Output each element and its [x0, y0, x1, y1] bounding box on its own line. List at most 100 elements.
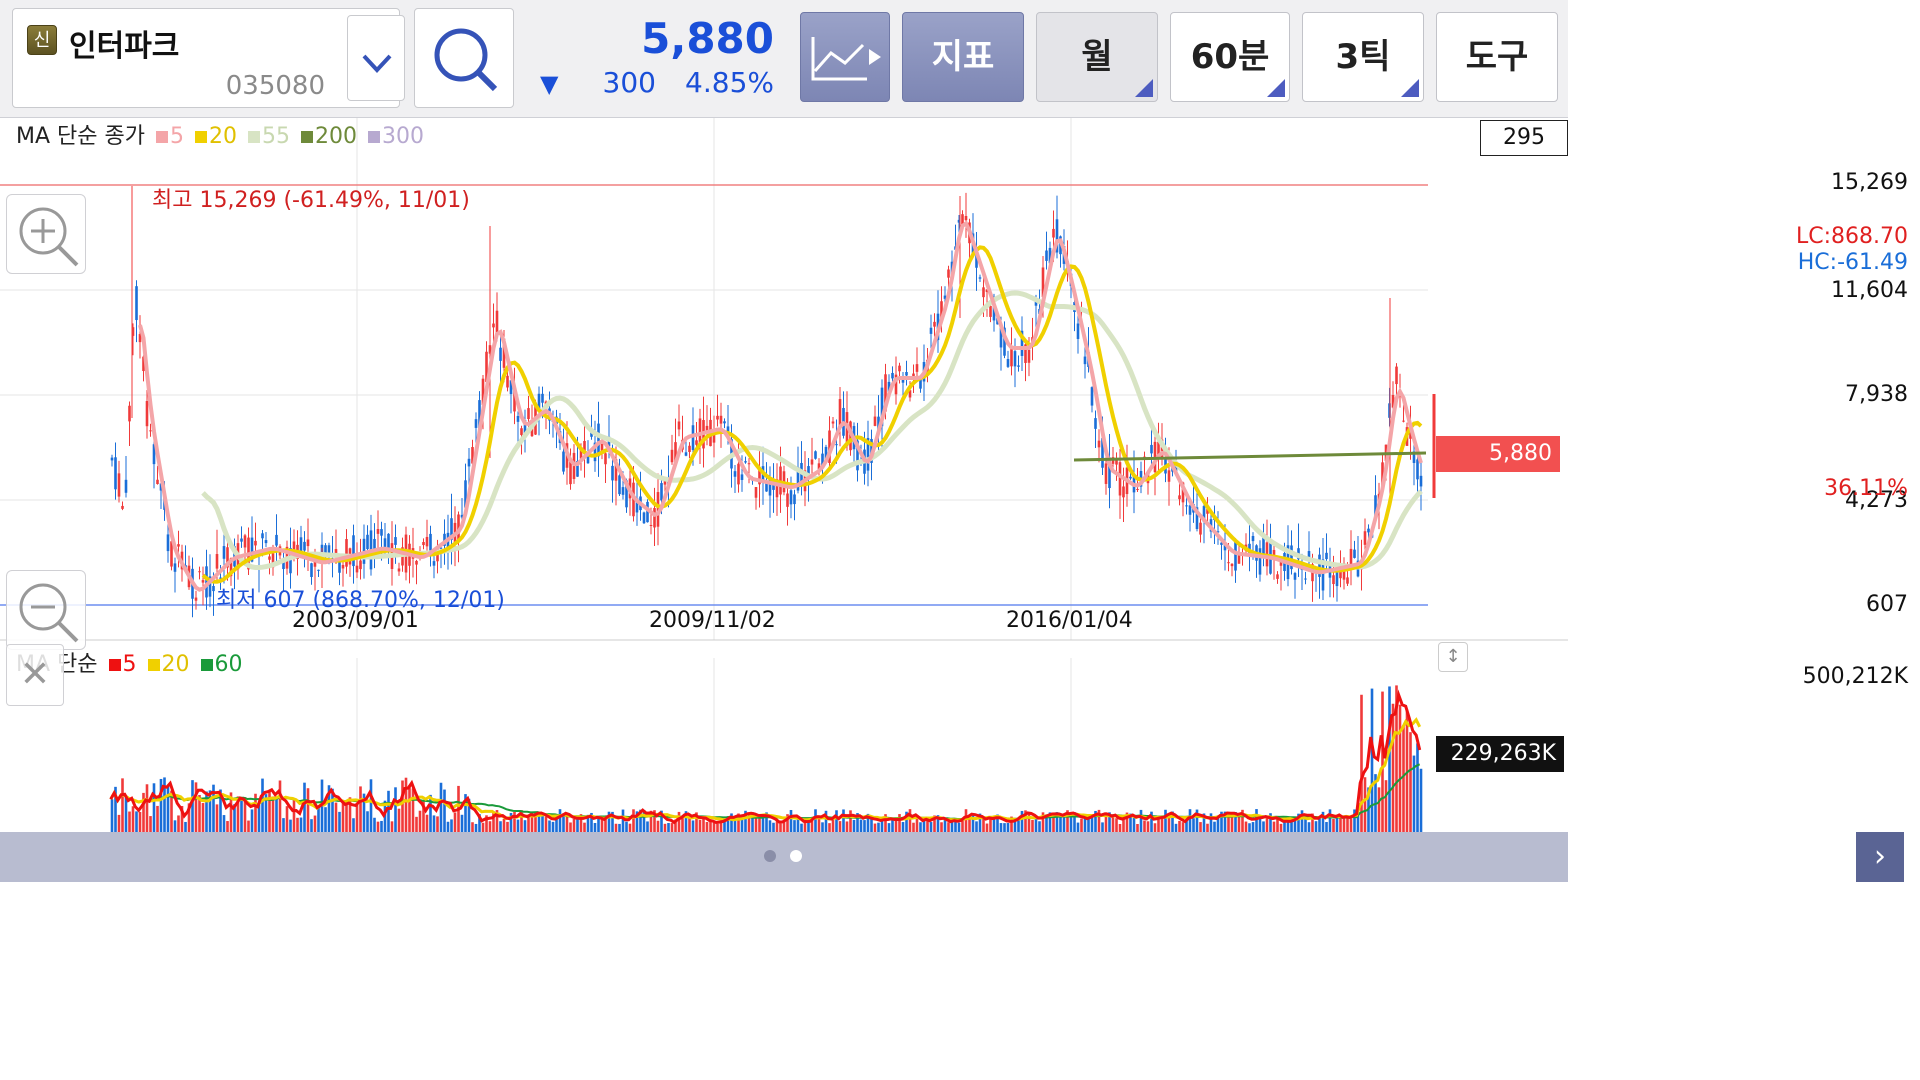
indicator-button[interactable]: 지표: [902, 12, 1024, 102]
candle-body: [1027, 349, 1031, 363]
zoom-in-icon: [19, 207, 79, 267]
volume-bar: [1332, 818, 1335, 832]
volume-bar: [1080, 818, 1083, 832]
candle-body: [264, 540, 268, 544]
price-change: 300: [602, 66, 656, 99]
close-panel-button[interactable]: ✕: [6, 644, 64, 706]
volume-bar: [226, 821, 229, 832]
volume-bar: [285, 806, 289, 832]
volume-bar: [436, 816, 439, 832]
candle-body: [173, 563, 177, 572]
candle-body: [618, 475, 621, 495]
volume-bar: [1409, 732, 1412, 832]
tools-button[interactable]: 도구: [1436, 12, 1558, 102]
volume-bar: [359, 786, 362, 832]
volume-bar: [138, 811, 142, 832]
volume-bar: [282, 818, 285, 832]
resize-handle-icon[interactable]: ↕: [1438, 642, 1468, 672]
candle-body: [516, 415, 520, 422]
chart-type-button[interactable]: [800, 12, 890, 102]
volume-bar: [1192, 818, 1195, 832]
candle-body: [838, 399, 842, 426]
volume-bar: [415, 816, 418, 832]
volume-bar: [1402, 725, 1405, 832]
volume-bar: [712, 822, 716, 832]
next-page-button[interactable]: ›: [1856, 832, 1904, 882]
candle-body: [1416, 459, 1419, 480]
candle-body: [898, 365, 901, 372]
page-dot-2[interactable]: [790, 850, 802, 862]
candle-body: [114, 457, 117, 490]
candle-body: [359, 560, 362, 570]
volume-bar: [299, 817, 303, 832]
candle-body: [474, 419, 478, 428]
candle-body: [303, 541, 306, 551]
candle-body: [1367, 528, 1370, 533]
volume-bar: [667, 822, 670, 832]
volume-bar: [1248, 823, 1251, 832]
stock-dropdown-button[interactable]: [347, 15, 405, 101]
volume-bar: [1143, 820, 1146, 832]
volume-bar: [709, 821, 712, 832]
x-axis-label: 2016/01/04: [1006, 608, 1133, 633]
vol-ma60-legend: 60: [200, 652, 243, 677]
page-dot-1[interactable]: [764, 850, 776, 862]
candle-body: [642, 512, 646, 524]
search-button[interactable]: [414, 8, 514, 108]
candle-body: [1293, 573, 1297, 580]
candle-body: [1122, 486, 1125, 498]
candle-body: [254, 540, 257, 546]
volume-bar: [1206, 823, 1209, 832]
volume-bar: [296, 817, 299, 832]
volume-bar: [845, 821, 849, 832]
volume-bar: [849, 810, 852, 832]
volume-bar: [275, 798, 278, 832]
volume-bar: [110, 799, 114, 832]
zoom-out-icon: [19, 583, 79, 643]
zoom-in-button[interactable]: [6, 194, 86, 274]
volume-bar: [373, 817, 376, 832]
tick-label: 3틱: [1335, 37, 1391, 77]
volume-bar: [663, 823, 667, 832]
candle-body: [1395, 366, 1398, 385]
volume-bar: [572, 819, 576, 832]
zoom-out-button[interactable]: [6, 570, 86, 650]
minute-label: 60분: [1190, 37, 1270, 77]
candle-body: [275, 534, 278, 546]
volume-bar: [814, 809, 817, 832]
volume-bar: [261, 778, 264, 832]
candle-body: [215, 554, 219, 569]
line-chart-play-icon: [811, 37, 881, 81]
volume-bar: [754, 818, 758, 832]
volume-bar: [950, 821, 954, 832]
volume-bar: [548, 820, 551, 832]
minute-button[interactable]: 60분: [1170, 12, 1290, 102]
volume-bar: [908, 809, 912, 832]
volume-bar: [432, 815, 436, 832]
price-volume-chart[interactable]: [0, 118, 1568, 832]
volume-bar: [481, 822, 485, 832]
volume-bar: [1335, 816, 1339, 832]
volume-bar: [303, 782, 306, 832]
volume-bar: [817, 817, 821, 832]
stock-selector[interactable]: 신 인터파크 035080: [12, 8, 405, 108]
volume-bar: [366, 811, 369, 832]
volume-bar: [947, 822, 950, 832]
candle-body: [1097, 440, 1101, 448]
volume-bar: [1153, 823, 1157, 832]
tick-button[interactable]: 3틱: [1302, 12, 1424, 102]
volume-bar: [597, 818, 600, 832]
volume-bar: [887, 823, 891, 832]
candle-body: [121, 505, 124, 509]
volume-bar: [345, 801, 348, 832]
volume-bar: [394, 787, 397, 832]
candle-body: [684, 452, 688, 456]
candle-body: [1188, 505, 1192, 515]
candle-body: [1104, 463, 1108, 484]
candle-body: [380, 529, 383, 536]
volume-bar: [901, 822, 905, 832]
period-button[interactable]: 월: [1036, 12, 1158, 102]
volume-bar: [453, 812, 457, 832]
volume-bar: [191, 780, 194, 832]
volume-bar: [380, 820, 383, 832]
